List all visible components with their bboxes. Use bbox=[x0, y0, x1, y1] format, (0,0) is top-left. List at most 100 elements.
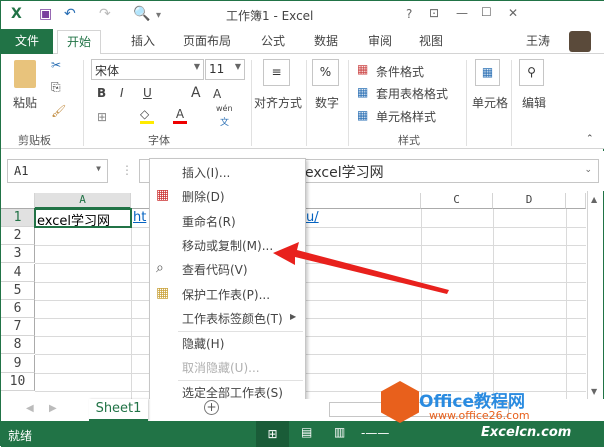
context-menu-item[interactable]: 保护工作表(P)... bbox=[182, 286, 270, 303]
help-button[interactable]: ? bbox=[406, 7, 412, 21]
save-icon[interactable]: ▣ bbox=[39, 6, 52, 22]
shrink-font-button[interactable]: A bbox=[213, 87, 221, 101]
bold-button[interactable]: B bbox=[97, 86, 106, 100]
font-name-select[interactable]: 宋体 ▼ bbox=[91, 59, 204, 80]
font-name-value: 宋体 bbox=[95, 64, 120, 78]
context-menu-item[interactable]: 移动或复制(M)... bbox=[182, 237, 273, 254]
customize-qat-icon[interactable]: ▾ bbox=[156, 10, 161, 21]
editing-button[interactable]: 编辑 bbox=[522, 94, 546, 111]
italic-button[interactable]: I bbox=[120, 86, 124, 100]
row-header[interactable]: 2 bbox=[1, 227, 35, 246]
underline-button[interactable]: U bbox=[143, 86, 152, 100]
styles-group-label: 样式 bbox=[398, 134, 420, 147]
tab-review[interactable]: 审阅 bbox=[368, 32, 392, 49]
row-header[interactable]: 8 bbox=[1, 336, 35, 355]
tab-insert[interactable]: 插入 bbox=[131, 32, 155, 49]
context-menu-item[interactable]: 隐藏(H) bbox=[182, 335, 224, 352]
column-header-d[interactable]: D bbox=[493, 193, 566, 209]
avatar[interactable] bbox=[569, 31, 591, 52]
tab-home[interactable]: 开始 bbox=[57, 30, 101, 55]
page-break-view-icon[interactable]: ▥ bbox=[334, 425, 345, 439]
print-preview-icon[interactable]: 🔍 bbox=[133, 6, 150, 22]
tab-data[interactable]: 数据 bbox=[314, 32, 338, 49]
cell-styles-icon: ▦ bbox=[357, 108, 369, 122]
format-painter-icon[interactable]: 🖌 bbox=[51, 104, 66, 118]
font-color-icon[interactable]: A bbox=[173, 107, 187, 124]
user-name[interactable]: 王涛 bbox=[526, 32, 550, 49]
normal-view-icon[interactable]: ⊞ bbox=[256, 421, 289, 447]
ribbon: 粘贴 ✂ ⎘ 🖌 剪贴板 宋体 ▼ 11 ▼ B I U A A ⊞ ◇ A wén… bbox=[1, 54, 604, 149]
column-header-c[interactable]: C bbox=[421, 193, 493, 209]
alignment-button[interactable]: 对齐方式 bbox=[254, 94, 302, 111]
cell-b1-link-start[interactable]: ht bbox=[133, 210, 146, 225]
font-size-value: 11 bbox=[209, 62, 225, 76]
fill-color-icon[interactable]: ◇ bbox=[140, 107, 154, 124]
row-gridline bbox=[35, 299, 586, 301]
page-layout-view-icon[interactable]: ▤ bbox=[301, 425, 312, 439]
vertical-scrollbar[interactable]: ▲ ▼ bbox=[587, 191, 602, 399]
row-header[interactable]: 1 bbox=[1, 209, 35, 227]
ribbon-display-icon[interactable]: ⊡ bbox=[429, 6, 439, 20]
protect-sheet-icon: ▦ bbox=[156, 284, 170, 301]
column-header-e[interactable] bbox=[566, 193, 586, 209]
window-title: 工作簿1 - Excel bbox=[226, 9, 314, 23]
next-sheet-icon[interactable]: ▶ bbox=[49, 403, 57, 414]
tab-view[interactable]: 视图 bbox=[419, 32, 443, 49]
phonetic-top[interactable]: wén bbox=[216, 104, 233, 113]
grow-font-button[interactable]: A bbox=[191, 85, 201, 101]
close-button[interactable]: ✕ bbox=[508, 6, 518, 20]
menu-separator bbox=[178, 330, 303, 332]
paste-icon[interactable] bbox=[14, 60, 36, 88]
redo-icon[interactable]: ↷ bbox=[99, 6, 111, 22]
add-sheet-button[interactable]: + bbox=[204, 400, 219, 415]
select-all-corner[interactable] bbox=[1, 193, 35, 209]
watermark: Office教程网 www.office26.com Excelcn.com bbox=[381, 381, 601, 445]
row-header[interactable]: 10 bbox=[1, 372, 35, 391]
context-menu-item[interactable]: 重命名(R) bbox=[182, 213, 236, 230]
row-header[interactable]: 4 bbox=[1, 263, 35, 282]
row-header[interactable]: 7 bbox=[1, 318, 35, 337]
name-box[interactable]: A1 ▼ bbox=[7, 159, 108, 183]
context-menu-item[interactable]: 工作表标签颜色(T) bbox=[182, 310, 283, 327]
copy-icon[interactable]: ⎘ bbox=[51, 80, 61, 95]
column-header-a[interactable]: A bbox=[35, 193, 131, 209]
context-menu-item[interactable]: 查看代码(V) bbox=[182, 261, 248, 278]
font-size-select[interactable]: 11 ▼ bbox=[205, 59, 245, 80]
paste-button[interactable]: 粘贴 bbox=[13, 94, 37, 111]
cells-icon[interactable]: ▦ bbox=[475, 59, 500, 86]
row-header[interactable]: 3 bbox=[1, 245, 35, 264]
phonetic-bottom[interactable]: 文 bbox=[220, 115, 229, 128]
formula-content: excel学习网 bbox=[305, 165, 384, 181]
sheet-tab-sheet1[interactable]: Sheet1 bbox=[89, 399, 148, 421]
number-format-icon[interactable]: % bbox=[312, 59, 339, 86]
formula-bar-handle[interactable]: ⋮ bbox=[121, 163, 133, 177]
borders-icon[interactable]: ⊞ bbox=[97, 110, 107, 124]
cells-button[interactable]: 单元格 bbox=[472, 94, 508, 111]
row-header[interactable]: 6 bbox=[1, 300, 35, 318]
view-code-icon: ⌕ bbox=[156, 260, 164, 277]
format-as-table-button[interactable]: 套用表格格式 bbox=[376, 85, 448, 102]
cell-a1[interactable]: excel学习网 bbox=[37, 210, 110, 229]
watermark-url: www.office26.com bbox=[429, 409, 530, 422]
tab-page-layout[interactable]: 页面布局 bbox=[183, 32, 231, 49]
tab-file[interactable]: 文件 bbox=[1, 29, 53, 54]
number-button[interactable]: 数字 bbox=[315, 94, 339, 111]
collapse-ribbon-icon[interactable]: ⌃ bbox=[586, 134, 594, 144]
format-as-table-icon: ▦ bbox=[357, 85, 369, 99]
maximize-button[interactable]: ☐ bbox=[481, 5, 492, 19]
row-header[interactable]: 9 bbox=[1, 354, 35, 373]
tab-formulas[interactable]: 公式 bbox=[261, 32, 285, 49]
prev-sheet-icon[interactable]: ◀ bbox=[26, 403, 34, 414]
cell-styles-button[interactable]: 单元格样式 bbox=[376, 108, 436, 125]
alignment-icon[interactable]: ≡ bbox=[263, 59, 290, 86]
context-menu-item[interactable]: 删除(D) bbox=[182, 188, 225, 205]
undo-icon[interactable]: ↶ bbox=[64, 6, 76, 22]
cell-b1-link-end[interactable]: u/ bbox=[306, 210, 319, 225]
minimize-button[interactable]: — bbox=[456, 6, 468, 20]
find-icon[interactable]: ⚲ bbox=[519, 59, 544, 86]
cut-icon[interactable]: ✂ bbox=[51, 58, 61, 72]
row-header[interactable]: 5 bbox=[1, 281, 35, 300]
context-menu-item[interactable]: 插入(I)... bbox=[182, 164, 230, 181]
scroll-up-icon[interactable]: ▲ bbox=[591, 195, 597, 204]
conditional-format-button[interactable]: 条件格式 bbox=[376, 63, 424, 80]
